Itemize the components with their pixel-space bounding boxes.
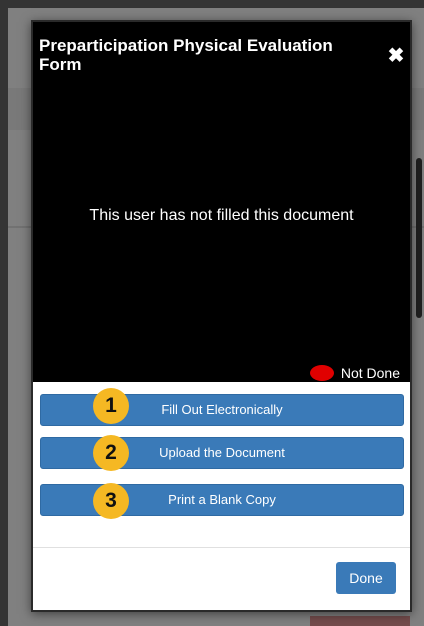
done-button[interactable]: Done bbox=[336, 562, 396, 594]
step-3-badge: 3 bbox=[93, 483, 129, 519]
status-indicator: Not Done bbox=[309, 365, 400, 381]
page: Preparticipation Physical Evaluation For… bbox=[0, 0, 424, 626]
status-dot-icon bbox=[309, 365, 334, 381]
status-label: Not Done bbox=[340, 365, 400, 381]
not-filled-message: This user has not filled this document bbox=[89, 207, 354, 224]
document-preview-area: Preparticipation Physical Evaluation For… bbox=[33, 22, 410, 382]
footer-divider bbox=[33, 547, 410, 548]
step-1-badge: 1 bbox=[93, 388, 129, 424]
modal-title: Preparticipation Physical Evaluation For… bbox=[39, 36, 333, 74]
step-2-badge: 2 bbox=[93, 435, 129, 471]
document-modal: Preparticipation Physical Evaluation For… bbox=[31, 20, 412, 612]
close-icon[interactable]: ✖ bbox=[386, 46, 406, 66]
